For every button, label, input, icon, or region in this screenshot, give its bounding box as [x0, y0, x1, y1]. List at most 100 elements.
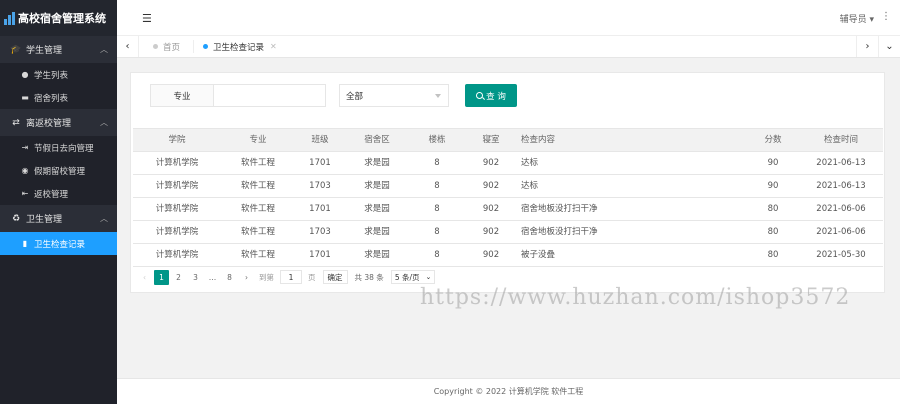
chevron-up-icon: ︿: [100, 45, 108, 54]
table-cell: 80: [767, 204, 779, 214]
watermark: https://www.huzhan.com/ishop3572: [420, 285, 851, 310]
table-cell: 软件工程: [240, 158, 275, 168]
menu-group-head-student[interactable]: 🎓 学生管理 ︿: [0, 36, 117, 63]
table-row[interactable]: 计算机学院 软件工程 1701 求是园 8 902 被子没叠 80 2021-0…: [133, 244, 883, 267]
table-cell: 达标: [521, 158, 539, 168]
page-button[interactable]: 3: [188, 270, 203, 285]
query-button-label: 查 询: [486, 91, 506, 102]
sidebar-item-label: 宿舍列表: [34, 93, 69, 104]
menu-group-label: 卫生管理: [26, 215, 63, 225]
table-row[interactable]: 计算机学院 软件工程 1701 求是园 8 902 宿舍地板没打扫干净 80 2…: [133, 198, 883, 221]
goto-label: 到第: [259, 272, 274, 282]
table-cell: 902: [482, 204, 500, 214]
tab-scroll-right-icon[interactable]: ›: [856, 36, 878, 57]
page-size-select[interactable]: 5 条/页 ⌄: [390, 270, 436, 284]
table-cell: 1701: [309, 250, 331, 260]
table-cell: 1703: [309, 181, 331, 191]
tab-dot: [153, 44, 158, 49]
bed-icon: ▬: [21, 93, 29, 102]
chevron-up-icon: ︿: [100, 118, 108, 127]
query-button[interactable]: 查 询: [465, 84, 517, 107]
caret-down-icon: [435, 94, 441, 98]
table-cell: 求是园: [364, 181, 390, 191]
table-cell: 902: [482, 250, 500, 260]
tab-dot: [203, 44, 208, 49]
sidebar-item-student-list[interactable]: ● 学生列表: [0, 63, 117, 86]
prev-page-icon[interactable]: ‹: [137, 270, 152, 285]
menu-group-hygiene: ♻ 卫生管理 ︿ ▮ 卫生检查记录: [0, 205, 117, 255]
table-cell: 求是园: [364, 250, 390, 260]
table-cell: 软件工程: [240, 250, 275, 260]
table-header-row: 学院 专业 班级 宿舍区 楼栋 寝室 检查内容 分数 检查时间: [133, 129, 883, 152]
table-cell: 8: [434, 250, 440, 260]
table-cell: 2021-05-30: [816, 250, 866, 260]
exchange-icon: ⇄: [12, 117, 20, 128]
table-cell: 2021-06-06: [816, 204, 866, 214]
more-vertical-icon[interactable]: ⋮: [881, 11, 891, 22]
content-card: 专业 全部 查 询 学院 专业 班级 宿舍区 楼栋 寝室 检查内容 分数 检查时…: [130, 72, 885, 293]
footer: Copyright © 2022 计算机学院 软件工程: [117, 378, 900, 404]
table-cell: 宿舍地板没打扫干净: [521, 204, 598, 214]
tabs-bar: ‹ 首页 卫生检查记录 ✕ › ⌄: [117, 36, 900, 58]
app-logo[interactable]: 高校宿舍管理系统: [0, 0, 117, 36]
table-row[interactable]: 计算机学院 软件工程 1703 求是园 8 902 达标 90 2021-06-…: [133, 175, 883, 198]
filter-select[interactable]: 全部: [339, 84, 449, 107]
column-header[interactable]: 检查内容: [521, 129, 721, 151]
table-cell: 902: [482, 158, 500, 168]
table-cell: 计算机学院: [155, 181, 199, 191]
chevron-down-icon[interactable]: ⌄: [878, 36, 900, 57]
column-header[interactable]: 学院: [133, 129, 221, 151]
table-cell: 计算机学院: [155, 158, 199, 168]
page-button[interactable]: 2: [171, 270, 186, 285]
recycle-icon: ♻: [11, 213, 21, 224]
column-header[interactable]: 专业: [221, 129, 295, 151]
table-row[interactable]: 计算机学院 软件工程 1701 求是园 8 902 达标 90 2021-06-…: [133, 152, 883, 175]
goto-confirm-button[interactable]: 确定: [322, 270, 348, 284]
pagination: ‹ 1 2 3 … 8 › 到第 1 页 确定 共 38 条 5 条/页 ⌄: [137, 269, 436, 285]
sidebar-item-return[interactable]: ⇤ 返校管理: [0, 182, 117, 205]
next-page-icon[interactable]: ›: [239, 270, 254, 285]
column-header[interactable]: 楼栋: [409, 129, 465, 151]
user-icon: ●: [21, 70, 29, 79]
column-header[interactable]: 分数: [748, 129, 798, 151]
page-button-current[interactable]: 1: [154, 269, 169, 285]
table-cell: 8: [434, 181, 440, 191]
table-cell: 软件工程: [240, 227, 275, 237]
table-cell: 8: [434, 158, 440, 168]
sidebar-item-hygiene-records[interactable]: ▮ 卫生检查记录: [0, 232, 117, 255]
close-icon[interactable]: ✕: [270, 42, 277, 51]
records-table: 学院 专业 班级 宿舍区 楼栋 寝室 检查内容 分数 检查时间 计算机学院 软件…: [133, 128, 883, 267]
sidebar-item-holiday[interactable]: ⇥ 节假日去向管理: [0, 136, 117, 159]
table-cell: 计算机学院: [155, 204, 199, 214]
sidebar: 高校宿舍管理系统 🎓 学生管理 ︿ ● 学生列表 ▬ 宿舍列表 ⇄ 离返校管理 …: [0, 0, 117, 404]
major-input[interactable]: [214, 84, 326, 107]
tab-hygiene-records[interactable]: 卫生检查记录 ✕: [203, 36, 277, 57]
user-menu[interactable]: 辅导员 ▾: [840, 12, 874, 25]
column-header[interactable]: 寝室: [465, 129, 517, 151]
column-header[interactable]: 检查时间: [808, 129, 874, 151]
sidebar-item-label: 假期留校管理: [34, 166, 86, 177]
column-header[interactable]: 宿舍区: [345, 129, 409, 151]
table-cell: 90: [767, 158, 779, 168]
menu-group-head-leave[interactable]: ⇄ 离返校管理 ︿: [0, 109, 117, 136]
page-unit-label: 页: [308, 272, 316, 282]
table-row[interactable]: 计算机学院 软件工程 1703 求是园 8 902 宿舍地板没打扫干净 80 2…: [133, 221, 883, 244]
tab-home[interactable]: 首页: [153, 36, 180, 57]
table-cell: 宿舍地板没打扫干净: [521, 227, 598, 237]
table-cell: 902: [482, 227, 500, 237]
table-cell: 软件工程: [240, 181, 275, 191]
page-button[interactable]: 8: [222, 270, 237, 285]
chevron-up-icon: ︿: [100, 214, 108, 223]
tab-scroll-left-icon[interactable]: ‹: [117, 36, 139, 57]
sidebar-item-dorm-list[interactable]: ▬ 宿舍列表: [0, 86, 117, 109]
menu-group-head-hygiene[interactable]: ♻ 卫生管理 ︿: [0, 205, 117, 232]
search-icon: [476, 92, 484, 99]
column-header[interactable]: 班级: [295, 129, 345, 151]
table-cell: 计算机学院: [155, 227, 199, 237]
menu-toggle-icon[interactable]: ☰: [142, 12, 152, 25]
menu-group-label: 学生管理: [26, 46, 63, 56]
goto-page-input[interactable]: 1: [280, 270, 302, 284]
sign-in-icon: ⇤: [21, 189, 29, 198]
top-header: ☰ 辅导员 ▾ ⋮: [117, 0, 900, 36]
sidebar-item-stay[interactable]: ◉ 假期留校管理: [0, 159, 117, 182]
